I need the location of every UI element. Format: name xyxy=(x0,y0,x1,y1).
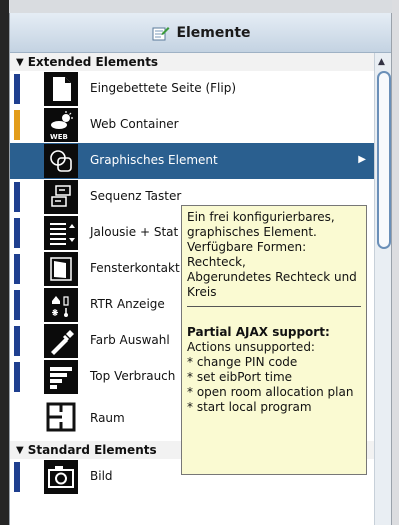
blind-icon xyxy=(44,216,78,250)
item-label: Bild xyxy=(90,469,113,483)
item-label: Graphisches Element xyxy=(90,153,218,167)
panel-title: Elemente xyxy=(176,24,251,41)
item-label: Top Verbrauch xyxy=(90,369,176,383)
collapse-triangle-icon: ▼ xyxy=(16,56,24,68)
tooltip-actions-list: * change PIN code * set eibPort time * o… xyxy=(187,355,361,415)
submenu-arrow-icon: ▶ xyxy=(358,154,366,165)
accent-bar xyxy=(14,74,20,104)
tooltip-action: * change PIN code xyxy=(187,355,298,369)
group-label: Extended Elements xyxy=(27,55,159,69)
right-border xyxy=(392,0,399,525)
item-label: Eingebettete Seite (Flip) xyxy=(90,81,237,95)
item-label: RTR Anzeige xyxy=(90,297,165,311)
tooltip-action: * start local program xyxy=(187,400,312,414)
accent-bar xyxy=(14,110,20,140)
scrollbar-thumb[interactable] xyxy=(377,71,391,249)
tooltip: Ein frei konfigurierbares, graphisches E… xyxy=(181,205,367,475)
web-weather-icon: WEB xyxy=(44,108,78,142)
list-item-embedded-page[interactable]: Eingebettete Seite (Flip) xyxy=(10,71,374,107)
left-border xyxy=(0,0,9,525)
accent-bar xyxy=(14,362,20,392)
bar-list-icon xyxy=(44,360,78,394)
list-item-graphic-element[interactable]: Graphisches Element ▶ xyxy=(10,143,374,179)
accent-bar xyxy=(14,326,20,356)
tooltip-ajax-support: Partial AJAX support: xyxy=(187,325,330,339)
list-item-web-container[interactable]: WEB Web Container xyxy=(10,107,374,143)
accent-bar xyxy=(14,218,20,248)
tooltip-actions-title: Actions unsupported: xyxy=(187,340,315,354)
item-label: Farb Auswahl xyxy=(90,333,170,347)
item-label: Web Container xyxy=(90,117,179,131)
accent-bar xyxy=(14,254,20,284)
room-plan-icon xyxy=(44,400,78,434)
svg-text:WEB: WEB xyxy=(50,133,68,141)
page-icon xyxy=(44,72,78,106)
sequence-icon xyxy=(44,180,78,214)
collapse-triangle-icon: ▼ xyxy=(16,444,24,456)
scroll-up-arrow-icon[interactable]: ▲ xyxy=(378,57,385,67)
accent-bar xyxy=(14,290,20,320)
accent-bar xyxy=(14,462,20,492)
panel-header: Elemente xyxy=(10,13,391,53)
tooltip-description: Ein frei konfigurierbares, graphisches E… xyxy=(187,210,357,299)
accent-bar xyxy=(14,182,20,212)
tooltip-action: * open room allocation plan xyxy=(187,385,354,399)
item-label: Jalousie + Stat xyxy=(90,225,179,239)
window-icon xyxy=(44,252,78,286)
tooltip-action: * set eibPort time xyxy=(187,370,293,384)
pipette-icon xyxy=(44,324,78,358)
group-header-extended[interactable]: ▼ Extended Elements xyxy=(10,53,374,71)
camera-icon xyxy=(44,460,78,494)
tooltip-divider xyxy=(187,306,361,307)
vertical-scrollbar[interactable]: ▲ xyxy=(374,53,391,525)
edit-page-icon xyxy=(152,25,170,41)
item-label: Raum xyxy=(90,411,125,425)
item-label: Fensterkontakt xyxy=(90,261,180,275)
group-label: Standard Elements xyxy=(27,443,157,457)
shapes-icon xyxy=(44,144,78,178)
item-label: Sequenz Taster xyxy=(90,189,182,203)
thermostat-icon xyxy=(44,288,78,322)
